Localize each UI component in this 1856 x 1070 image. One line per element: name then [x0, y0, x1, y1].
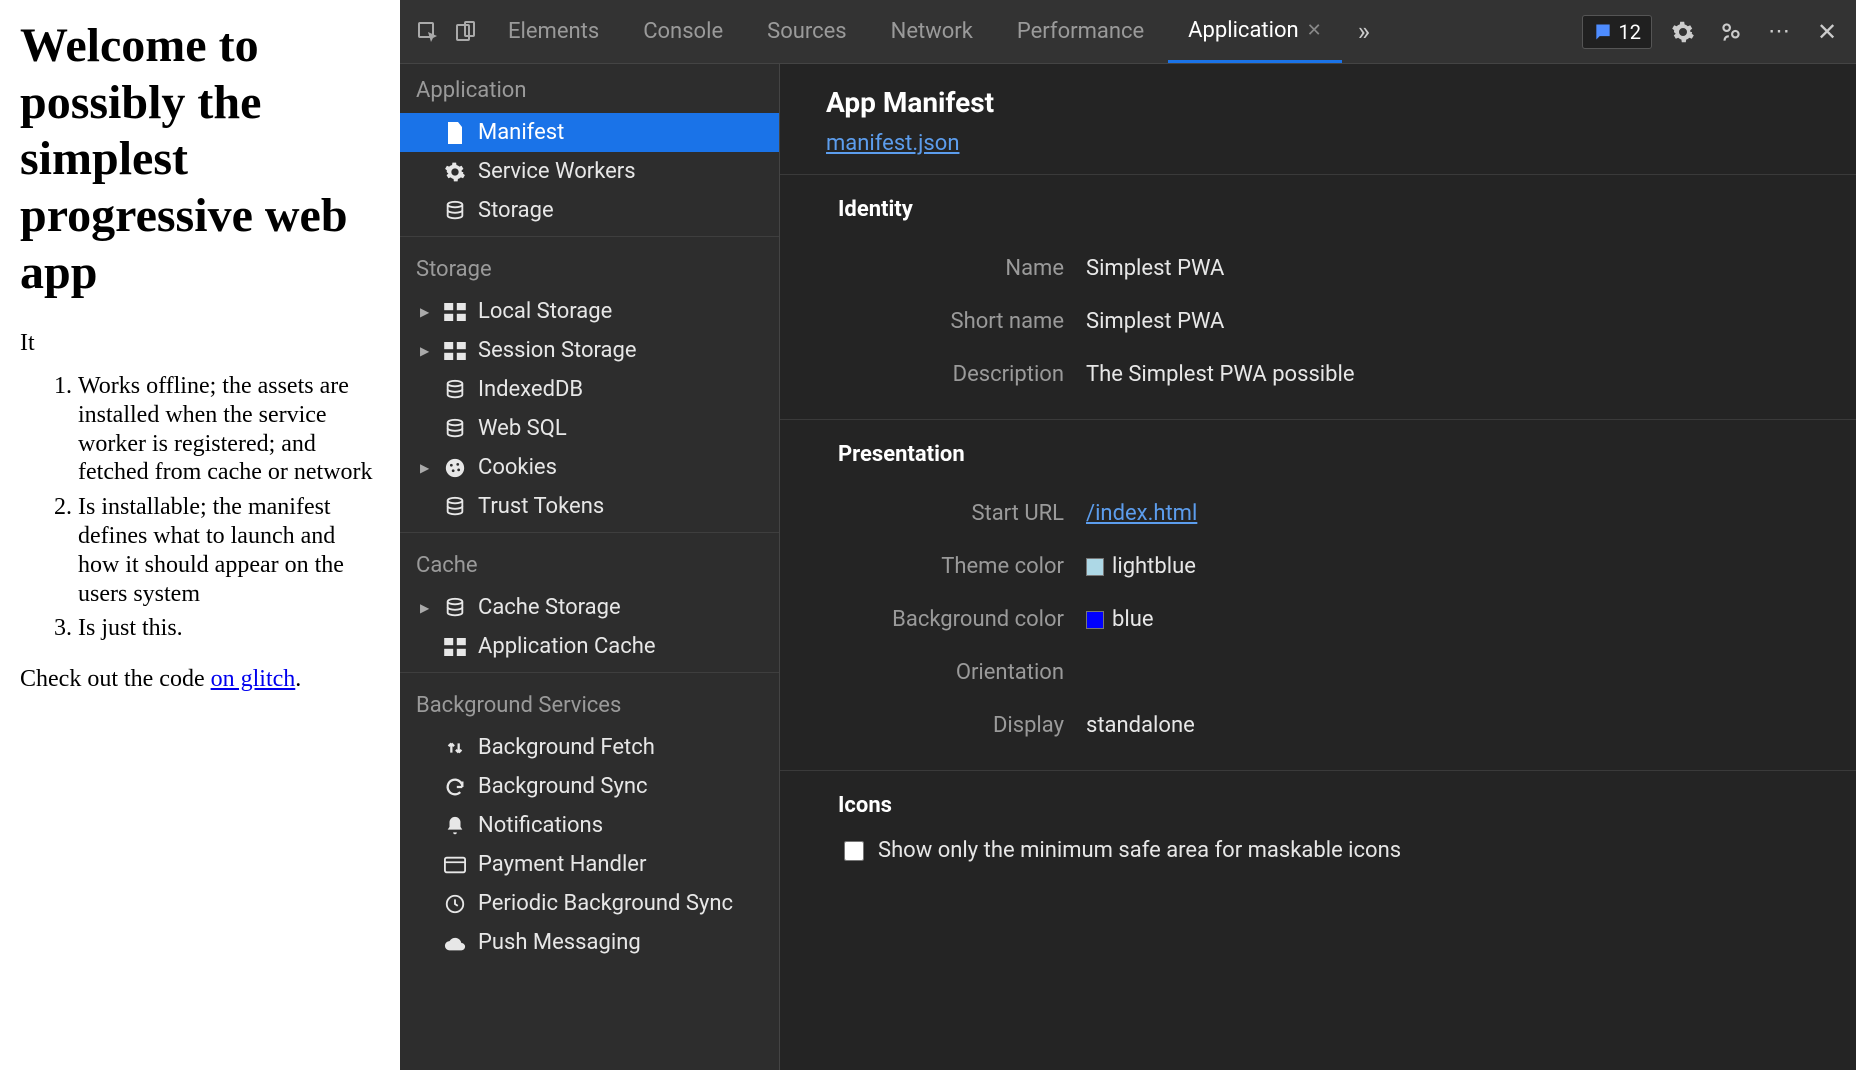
manifest-header: App Manifest manifest.json [780, 64, 1856, 174]
icons-heading: Icons [826, 793, 1810, 818]
sidebar-item-cache-storage[interactable]: ▶ Cache Storage [400, 588, 779, 627]
feedback-icon[interactable] [1714, 15, 1748, 49]
page-footer: Check out the code on glitch. [20, 665, 380, 694]
list-item: Works offline; the assets are installed … [78, 372, 380, 487]
page-intro: It [20, 329, 380, 358]
chevron-right-icon: ▶ [420, 344, 429, 358]
application-panel-body: Application Manifest Service Workers Sto… [400, 64, 1856, 1070]
close-devtools-icon[interactable]: ✕ [1810, 15, 1844, 49]
cookie-icon [444, 457, 466, 479]
manifest-main-content: App Manifest manifest.json Identity Name… [780, 64, 1856, 1070]
tab-elements[interactable]: Elements [488, 0, 619, 63]
db-icon [444, 379, 466, 401]
table-icon [444, 301, 466, 323]
sidebar-section-bg-services: Background Services [400, 679, 779, 728]
sidebar-section-storage: Storage [400, 243, 779, 292]
sidebar-section-cache: Cache [400, 539, 779, 588]
sidebar-item-push-messaging[interactable]: Push Messaging [400, 923, 779, 962]
sidebar-item-service-workers[interactable]: Service Workers [400, 152, 779, 191]
file-icon [444, 122, 466, 144]
db-icon [444, 597, 466, 619]
short-name-value: Simplest PWA [1086, 309, 1224, 334]
sidebar-section-application: Application [400, 64, 779, 113]
issues-badge[interactable]: 12 [1582, 15, 1652, 49]
close-icon[interactable]: ✕ [1307, 20, 1322, 41]
list-item: Is installable; the manifest defines wha… [78, 493, 380, 608]
cloud-icon [444, 932, 466, 954]
manifest-json-link[interactable]: manifest.json [826, 131, 959, 156]
table-icon [444, 340, 466, 362]
bell-icon [444, 815, 466, 837]
start-url-label: Start URL [826, 501, 1086, 526]
clock-icon [444, 893, 466, 915]
chevron-right-icon: ▶ [420, 461, 429, 475]
sidebar-item-indexeddb[interactable]: IndexedDB [400, 370, 779, 409]
tab-network[interactable]: Network [871, 0, 993, 63]
tab-performance[interactable]: Performance [997, 0, 1164, 63]
sidebar-item-local-storage[interactable]: ▶ Local Storage [400, 292, 779, 331]
identity-section: Identity Name Simplest PWA Short name Si… [780, 174, 1856, 419]
display-value: standalone [1086, 713, 1195, 738]
sidebar-item-storage[interactable]: Storage [400, 191, 779, 230]
sidebar-item-bg-fetch[interactable]: Background Fetch [400, 728, 779, 767]
rendered-webpage: Welcome to possibly the simplest progres… [0, 0, 400, 1070]
bg-color-label: Background color [826, 607, 1086, 632]
icons-section: Icons Show only the minimum safe area fo… [780, 770, 1856, 881]
sidebar-item-application-cache[interactable]: Application Cache [400, 627, 779, 666]
sidebar-item-websql[interactable]: Web SQL [400, 409, 779, 448]
tab-console[interactable]: Console [623, 0, 743, 63]
updown-icon [444, 737, 466, 759]
description-value: The Simplest PWA possible [1086, 362, 1355, 387]
card-icon [444, 854, 466, 876]
sidebar-item-manifest[interactable]: Manifest [400, 113, 779, 152]
presentation-section: Presentation Start URL /index.html Theme… [780, 419, 1856, 770]
more-options-icon[interactable]: ⋯ [1762, 15, 1796, 49]
devtools-tabbar: Elements Console Sources Network Perform… [400, 0, 1856, 64]
chevron-right-icon: ▶ [420, 305, 429, 319]
name-value: Simplest PWA [1086, 256, 1224, 281]
bg-color-value: blue [1112, 607, 1154, 632]
chevron-right-icon: ▶ [420, 601, 429, 615]
storage-icon [444, 200, 466, 222]
glitch-link[interactable]: on glitch [211, 666, 296, 692]
maskable-checkbox[interactable] [844, 841, 864, 861]
display-label: Display [826, 713, 1086, 738]
theme-color-swatch [1086, 558, 1104, 576]
sidebar-item-bg-sync[interactable]: Background Sync [400, 767, 779, 806]
theme-color-label: Theme color [826, 554, 1086, 579]
presentation-heading: Presentation [826, 442, 1810, 467]
device-toolbar-icon[interactable] [450, 16, 482, 48]
devtools-panel: Elements Console Sources Network Perform… [400, 0, 1856, 1070]
list-item: Is just this. [78, 614, 380, 643]
settings-icon[interactable] [1666, 15, 1700, 49]
sidebar-item-cookies[interactable]: ▶ Cookies [400, 448, 779, 487]
sidebar-item-notifications[interactable]: Notifications [400, 806, 779, 845]
theme-color-value: lightblue [1112, 554, 1196, 579]
db-icon [444, 496, 466, 518]
identity-heading: Identity [826, 197, 1810, 222]
sidebar-item-session-storage[interactable]: ▶ Session Storage [400, 331, 779, 370]
maskable-checkbox-label[interactable]: Show only the minimum safe area for mask… [878, 838, 1401, 863]
short-name-label: Short name [826, 309, 1086, 334]
gear-icon [444, 161, 466, 183]
page-heading: Welcome to possibly the simplest progres… [20, 18, 380, 301]
orientation-label: Orientation [826, 660, 1086, 685]
start-url-link[interactable]: /index.html [1086, 501, 1197, 526]
db-icon [444, 418, 466, 440]
inspect-element-icon[interactable] [412, 16, 444, 48]
more-tabs-button[interactable]: » [1346, 0, 1382, 63]
sync-icon [444, 776, 466, 798]
application-sidebar: Application Manifest Service Workers Sto… [400, 64, 780, 1070]
tab-application[interactable]: Application ✕ [1168, 0, 1342, 63]
sidebar-item-trust-tokens[interactable]: Trust Tokens [400, 487, 779, 526]
sidebar-item-periodic-bg-sync[interactable]: Periodic Background Sync [400, 884, 779, 923]
description-label: Description [826, 362, 1086, 387]
bg-color-swatch [1086, 611, 1104, 629]
tab-sources[interactable]: Sources [747, 0, 867, 63]
sidebar-item-payment-handler[interactable]: Payment Handler [400, 845, 779, 884]
page-list: Works offline; the assets are installed … [78, 372, 380, 643]
name-label: Name [826, 256, 1086, 281]
manifest-title: App Manifest [826, 86, 1810, 119]
table-icon [444, 636, 466, 658]
